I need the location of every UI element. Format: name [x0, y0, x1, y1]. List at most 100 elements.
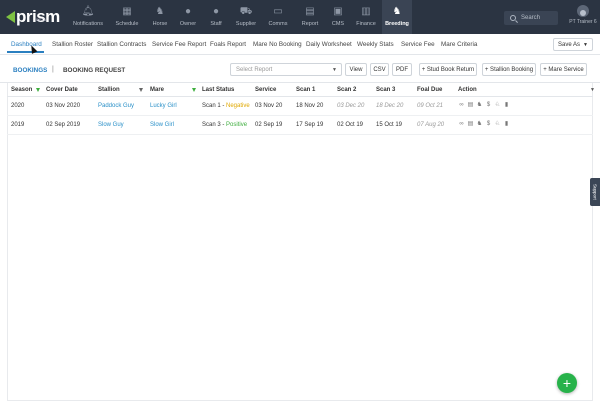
tab-dashboard[interactable]: Dashboard [11, 41, 42, 48]
report-icon: ▤ [305, 6, 315, 17]
nav-item-schedule[interactable]: ▦ Schedule [111, 0, 143, 34]
cell-service: 03 Nov 20 [255, 103, 283, 109]
beta-label: BETA [36, 17, 47, 22]
col-scan3[interactable]: Scan 3 [376, 87, 395, 93]
cell-cover-date: 02 Sep 2019 [46, 122, 81, 128]
filter-icon[interactable] [139, 88, 143, 92]
stallion-booking-button[interactable]: + Stallion Booking [482, 63, 536, 76]
col-season[interactable]: Season [11, 87, 32, 93]
subtab-separator: | [52, 66, 54, 73]
nav-item-label: Owner [179, 21, 197, 27]
file-icon[interactable]: ▮ [503, 121, 510, 128]
breeding-icon: ♞ [392, 6, 402, 17]
save-as-button[interactable]: Save As ▼ [553, 38, 593, 51]
status-value: Negative [226, 103, 250, 109]
tab-foals-report[interactable]: Foals Report [210, 41, 246, 48]
nav-item-supplier[interactable]: ⛟ Supplier [230, 0, 262, 34]
col-last-status[interactable]: Last Status [202, 87, 234, 93]
add-fab-button[interactable]: + [557, 373, 577, 393]
mare-link[interactable]: Lucky Girl [150, 103, 177, 109]
supplier-icon: ⛟ [239, 6, 253, 17]
cell-scan1: 17 Sep 19 [296, 122, 324, 128]
csv-button[interactable]: CSV [370, 63, 389, 76]
nav-item-label: Supplier [235, 21, 257, 27]
report-select-placeholder: Select Report [236, 66, 273, 73]
finance-icon: ▥ [361, 6, 371, 17]
comms-icon: ▭ [273, 6, 283, 17]
col-foal-due[interactable]: Foal Due [417, 87, 442, 93]
nav-item-notifications[interactable]: 🔔︎ Notifications [72, 0, 104, 34]
search-box[interactable]: Search [504, 11, 558, 25]
tab-weekly-stats[interactable]: Weekly Stats [357, 41, 394, 48]
table-row[interactable]: 2019 02 Sep 2019 Slow Guy Slow Girl Scan… [7, 116, 593, 135]
support-tab[interactable]: Support [590, 178, 600, 206]
cell-season: 2019 [11, 122, 25, 128]
nav-item-breeding[interactable]: ♞ Breeding [382, 0, 412, 34]
pdf-button[interactable]: PDF [392, 63, 412, 76]
nav-item-comms[interactable]: ▭ Comms [262, 0, 294, 34]
horse-icon[interactable]: ♞ [476, 102, 483, 109]
tab-service-fee[interactable]: Service Fee [401, 41, 435, 48]
filter-icon[interactable] [192, 88, 196, 92]
tab-stallion-roster[interactable]: Stallion Roster [52, 41, 93, 48]
cell-scan2: 02 Oct 19 [337, 122, 364, 128]
nav-item-staff[interactable]: ● Staff [200, 0, 232, 34]
document-icon[interactable]: ▤ [467, 121, 474, 128]
filter-icon[interactable] [36, 88, 40, 92]
tab-daily-worksheet[interactable]: Daily Worksheet [306, 41, 352, 48]
nav-item-label: Finance [356, 21, 376, 27]
file-icon[interactable]: ▮ [503, 102, 510, 109]
tab-mare-no-booking[interactable]: Mare No Booking [253, 41, 302, 48]
cell-season: 2020 [11, 103, 25, 109]
nav-item-finance[interactable]: ▥ Finance [350, 0, 382, 34]
stallion-link[interactable]: Paddock Guy [98, 103, 134, 109]
tab-stallion-contracts[interactable]: Stallion Contracts [97, 41, 146, 48]
logo-mark-icon [6, 11, 15, 23]
stallion-link[interactable]: Slow Guy [98, 122, 124, 128]
cell-cover-date: 03 Nov 2020 [46, 103, 81, 109]
row-actions: ∞ ▤ ♞ $ ♘ ▮ [458, 121, 510, 128]
report-select[interactable]: Select Report ▼ [230, 63, 342, 76]
horse-icon[interactable]: ♞ [476, 121, 483, 128]
tab-mare-criteria[interactable]: Mare Criteria [441, 41, 477, 48]
cell-last-status: Scan 3 - Positive [202, 122, 247, 128]
stud-book-return-button[interactable]: + Stud Book Return [419, 63, 477, 76]
top-nav: prism BETA 🔔︎ Notifications ▦ Schedule ♞ Hors… [0, 0, 600, 34]
bell-icon: 🔔︎ [81, 6, 95, 17]
col-stallion[interactable]: Stallion [98, 87, 120, 93]
link-icon[interactable]: ∞ [458, 102, 465, 109]
col-cover-date[interactable]: Cover Date [46, 87, 78, 93]
dollar-icon[interactable]: $ [485, 121, 492, 128]
col-scan1[interactable]: Scan 1 [296, 87, 315, 93]
save-as-label: Save As [558, 41, 581, 48]
mare-link[interactable]: Slow Girl [150, 122, 174, 128]
row-actions: ∞ ▤ ♞ $ ♘ ▮ [458, 102, 510, 109]
user-menu[interactable]: PT Trainer 6 [566, 5, 600, 33]
col-service[interactable]: Service [255, 87, 276, 93]
col-action: Action [458, 87, 477, 93]
calendar-icon: ▦ [122, 6, 132, 17]
nav-item-label: Schedule [115, 21, 139, 27]
user-name: PT Trainer 6 [569, 19, 597, 25]
view-button[interactable]: View [345, 63, 367, 76]
foal-icon[interactable]: ♘ [494, 121, 501, 128]
mare-service-button[interactable]: + Mare Service [540, 63, 587, 76]
chevron-down-icon: ▼ [583, 41, 588, 48]
nav-item-label: Notifications [73, 21, 103, 27]
foal-icon[interactable]: ♘ [494, 102, 501, 109]
tab-service-fee-report[interactable]: Service Fee Report [152, 41, 206, 48]
col-mare[interactable]: Mare [150, 87, 164, 93]
tab-booking-request[interactable]: BOOKING REQUEST [63, 67, 125, 74]
prism-logo[interactable]: prism [6, 7, 60, 27]
table-row[interactable]: 2020 03 Nov 2020 Paddock Guy Lucky Girl … [7, 97, 593, 116]
column-menu-icon[interactable]: ▼ [590, 87, 595, 93]
dollar-icon[interactable]: $ [485, 102, 492, 109]
cell-scan3: 18 Dec 20 [376, 103, 404, 109]
link-icon[interactable]: ∞ [458, 121, 465, 128]
status-prefix: Scan 3 - [202, 122, 227, 128]
tab-bookings[interactable]: BOOKINGS [13, 67, 47, 74]
cell-scan1: 18 Nov 20 [296, 103, 324, 109]
owner-icon: ● [184, 6, 192, 17]
document-icon[interactable]: ▤ [467, 102, 474, 109]
col-scan2[interactable]: Scan 2 [337, 87, 356, 93]
